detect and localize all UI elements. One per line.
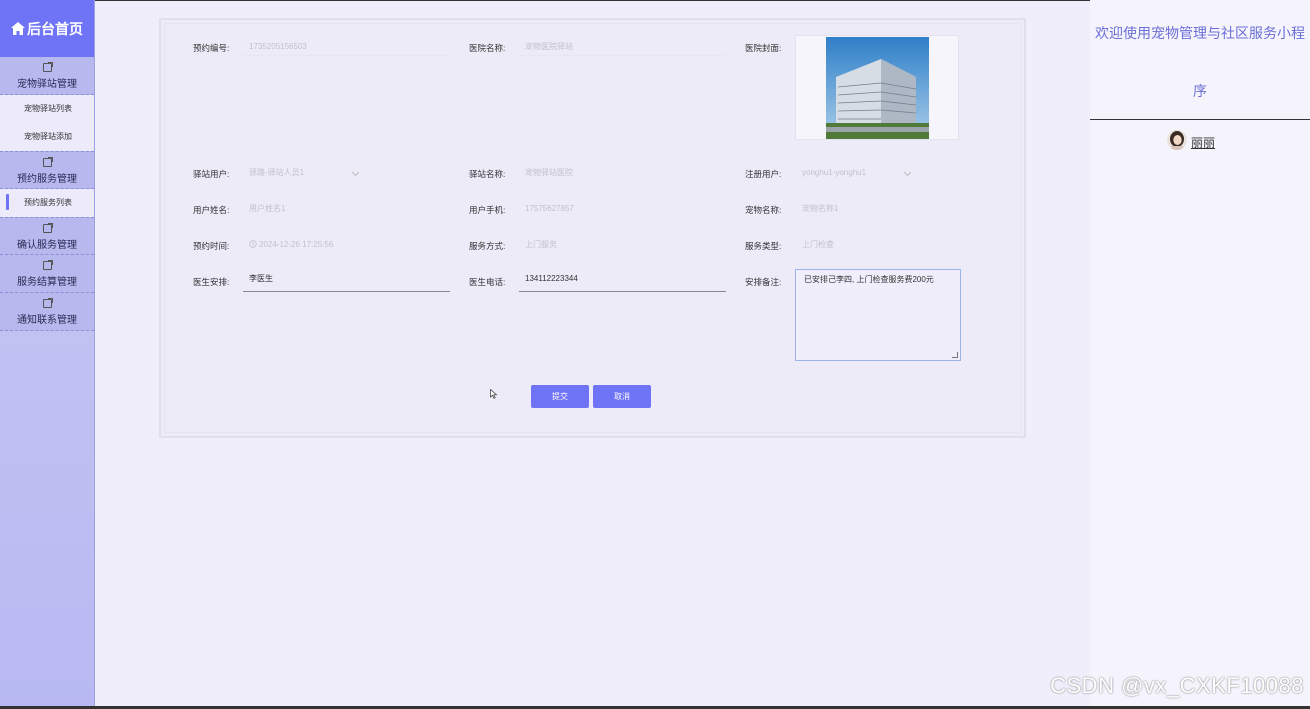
- doctor-label: 医生安排:: [193, 277, 230, 287]
- edit-icon: [42, 260, 53, 270]
- menu-group-settlement[interactable]: 服务结算管理: [0, 255, 94, 293]
- user-phone-field: 17575627857: [525, 204, 574, 213]
- hospital-cover-image: [826, 37, 929, 139]
- user-name-label: 用户姓名:: [193, 205, 230, 215]
- cancel-button[interactable]: 取消: [593, 385, 651, 408]
- welcome-line-2: 序: [1193, 83, 1207, 99]
- welcome-title: 欢迎使用宠物管理与社区服务小程 序: [1090, 18, 1310, 106]
- menu-group-notice[interactable]: 通知联系管理: [0, 293, 94, 331]
- sidebar-item-station-list[interactable]: 宠物驿站列表: [0, 95, 94, 123]
- mouse-cursor-icon: [490, 389, 498, 399]
- service-method-field: 上门服务: [525, 240, 557, 249]
- sidebar-item-booking-list[interactable]: 预约服务列表: [0, 189, 94, 217]
- menu-group-label: 通知联系管理: [17, 315, 77, 326]
- menu-group-station[interactable]: 宠物驿站管理: [0, 57, 94, 95]
- station-user-select[interactable]: 驿路-驿站人员1: [243, 166, 363, 182]
- menu-group-label: 确认服务管理: [17, 240, 77, 251]
- pet-name-label: 宠物名称:: [745, 205, 782, 215]
- submit-button[interactable]: 提交: [531, 385, 589, 408]
- right-pane: 欢迎使用宠物管理与社区服务小程 序 丽丽: [1090, 0, 1310, 709]
- pet-name-field: 宠物名称1: [802, 204, 839, 213]
- home-icon: [11, 22, 25, 35]
- menu-group-label: 服务结算管理: [17, 277, 77, 288]
- menu-group-label: 预约服务管理: [17, 174, 77, 185]
- remark-label: 安排备注:: [745, 277, 782, 287]
- edit-icon: [42, 223, 53, 233]
- service-method-label: 服务方式:: [469, 241, 506, 251]
- user-phone-label: 用户手机:: [469, 205, 506, 215]
- sidebar-item-label: 宠物驿站添加: [24, 132, 72, 141]
- service-type-label: 服务类型:: [745, 241, 782, 251]
- resize-handle[interactable]: [952, 352, 958, 358]
- home-button[interactable]: 后台首页: [0, 0, 94, 57]
- sidebar: 后台首页 宠物驿站管理 宠物驿站列表 宠物驿站添加 预约服务管理 预约服务列表 …: [0, 0, 95, 709]
- booking-no-label: 预约编号:: [193, 43, 230, 53]
- registered-user-select[interactable]: yonghu1-yonghu1: [796, 166, 916, 182]
- doctor-phone-input[interactable]: 134112223344: [519, 272, 726, 292]
- hospital-name-label: 医院名称:: [469, 43, 506, 53]
- menu-group-label: 宠物驿站管理: [17, 79, 77, 90]
- registered-user-label: 注册用户:: [745, 169, 782, 179]
- edit-icon: [42, 298, 53, 308]
- edit-icon: [42, 157, 53, 167]
- avatar[interactable]: [1167, 130, 1187, 150]
- home-label: 后台首页: [27, 20, 83, 37]
- sidebar-item-label: 预约服务列表: [24, 198, 72, 207]
- booking-time-label: 预约时间:: [193, 241, 230, 251]
- station-name-field: 宠物驿站医院: [525, 168, 573, 177]
- service-type-field: 上门检查: [802, 240, 834, 249]
- hospital-cover-box[interactable]: [795, 35, 959, 140]
- sidebar-item-label: 宠物驿站列表: [24, 104, 72, 113]
- remark-textarea[interactable]: 已安排己李四, 上门检查服务费200元: [795, 269, 961, 361]
- hospital-name-field: 宠物医院驿站: [519, 40, 726, 56]
- station-name-label: 驿站名称:: [469, 169, 506, 179]
- sidebar-item-station-add[interactable]: 宠物驿站添加: [0, 123, 94, 151]
- booking-time-field: 2024-12-26 17:25:56: [259, 240, 334, 249]
- username[interactable]: 丽丽: [1191, 134, 1215, 151]
- welcome-line-1: 欢迎使用宠物管理与社区服务小程: [1095, 25, 1305, 41]
- doctor-input[interactable]: 李医生: [243, 272, 450, 292]
- menu-group-confirm[interactable]: 确认服务管理: [0, 217, 94, 255]
- edit-icon: [42, 62, 53, 72]
- menu-group-booking[interactable]: 预约服务管理: [0, 151, 94, 189]
- remark-text: 已安排己李四, 上门检查服务费200元: [804, 275, 934, 284]
- hospital-cover-label: 医院封面:: [745, 43, 782, 53]
- booking-no-field: 1735205156503: [243, 40, 450, 56]
- station-user-label: 驿站用户:: [193, 169, 230, 179]
- watermark: CSDN @vx_CXKF10088: [1050, 673, 1304, 698]
- doctor-phone-label: 医生电话:: [469, 277, 506, 287]
- divider: [1090, 119, 1310, 120]
- user-name-field: 用户姓名1: [249, 204, 286, 213]
